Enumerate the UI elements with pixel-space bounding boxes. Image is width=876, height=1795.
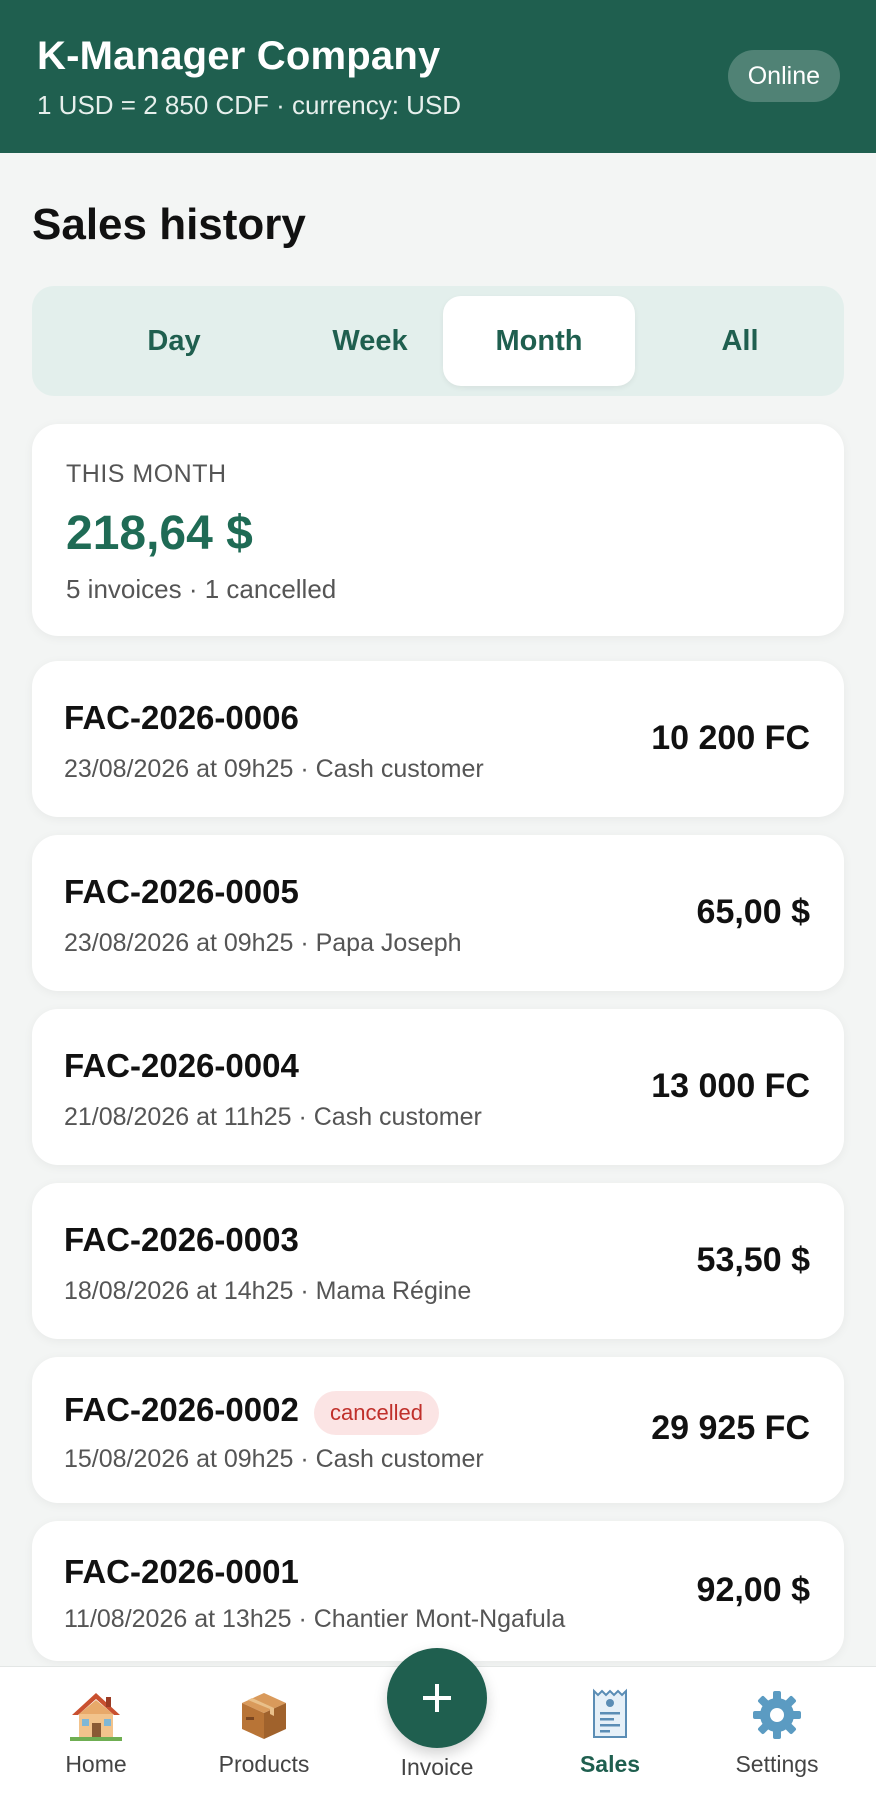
nav-settings-label: Settings — [735, 1751, 819, 1777]
new-invoice-button[interactable] — [387, 1648, 487, 1748]
tab-month[interactable]: Month — [443, 296, 635, 386]
invoice-details: 11/08/2026 at 13h25 · Chantier Mont-Ngaf… — [64, 1605, 566, 1633]
company-name: K-Manager Company — [37, 34, 441, 78]
nav-products-label: Products — [218, 1751, 310, 1777]
invoice-number: FAC-2026-0002 — [64, 1391, 299, 1428]
cancelled-badge: cancelled — [314, 1391, 439, 1435]
tab-day[interactable]: Day — [78, 296, 270, 386]
exchange-rate-info: 1 USD = 2 850 CDF · currency: USD — [37, 90, 462, 120]
invoice-amount: 65,00 $ — [696, 893, 810, 931]
invoice-row[interactable]: FAC-2026-0004 21/08/2026 at 11h25 · Cash… — [32, 1009, 844, 1165]
receipt-icon — [593, 1688, 627, 1738]
invoice-details: 15/08/2026 at 09h25 · Cash customer — [64, 1445, 484, 1473]
invoice-amount: 10 200 FC — [651, 719, 810, 757]
nav-home[interactable]: Home — [21, 1687, 171, 1778]
invoice-row[interactable]: FAC-2026-0006 23/08/2026 at 09h25 · Cash… — [32, 661, 844, 817]
new-invoice-label: Invoice — [400, 1754, 474, 1780]
invoice-details: 21/08/2026 at 11h25 · Cash customer — [64, 1103, 482, 1131]
nav-settings[interactable]: Settings — [702, 1687, 852, 1778]
invoice-amount: 92,00 $ — [696, 1571, 810, 1609]
page-title: Sales history — [32, 200, 306, 249]
online-status-badge: Online — [727, 50, 840, 102]
nav-products[interactable]: Products — [189, 1687, 339, 1778]
invoice-details: 18/08/2026 at 14h25 · Mama Régine — [64, 1277, 472, 1305]
tab-all[interactable]: All — [644, 296, 836, 386]
invoice-row[interactable]: FAC-2026-0002 cancelled 15/08/2026 at 09… — [32, 1357, 844, 1503]
invoice-number: FAC-2026-0005 — [64, 873, 299, 910]
month-summary-card: THIS MONTH 218,64 $ 5 invoices · 1 cance… — [32, 424, 844, 636]
invoice-row[interactable]: FAC-2026-0005 23/08/2026 at 09h25 · Papa… — [32, 835, 844, 991]
summary-total-amount: 218,64 $ — [66, 507, 253, 560]
invoice-number: FAC-2026-0006 — [64, 699, 299, 736]
plus-icon — [423, 1684, 451, 1712]
invoice-number: FAC-2026-0001 — [64, 1553, 299, 1590]
tab-week[interactable]: Week — [274, 296, 466, 386]
app-header: K-Manager Company 1 USD = 2 850 CDF · cu… — [0, 0, 876, 153]
invoice-row[interactable]: FAC-2026-0003 18/08/2026 at 14h25 · Mama… — [32, 1183, 844, 1339]
invoice-details: 23/08/2026 at 09h25 · Papa Joseph — [64, 929, 462, 957]
invoice-details: 23/08/2026 at 09h25 · Cash customer — [64, 755, 484, 783]
invoice-number: FAC-2026-0003 — [64, 1221, 299, 1258]
period-tabs: Day Week Month All — [32, 286, 844, 396]
gear-icon — [753, 1691, 801, 1739]
summary-invoice-count: 5 invoices · 1 cancelled — [66, 574, 337, 604]
nav-sales-label: Sales — [579, 1751, 641, 1777]
summary-period-label: THIS MONTH — [66, 460, 227, 488]
package-icon — [242, 1693, 286, 1739]
nav-home-label: Home — [65, 1751, 127, 1777]
invoice-row[interactable]: FAC-2026-0001 11/08/2026 at 13h25 · Chan… — [32, 1521, 844, 1661]
invoice-amount: 13 000 FC — [651, 1067, 810, 1105]
house-icon — [70, 1693, 122, 1741]
invoice-amount: 29 925 FC — [651, 1409, 810, 1447]
invoice-number: FAC-2026-0004 — [64, 1047, 299, 1084]
invoice-amount: 53,50 $ — [696, 1241, 810, 1279]
nav-sales[interactable]: Sales — [535, 1687, 685, 1778]
